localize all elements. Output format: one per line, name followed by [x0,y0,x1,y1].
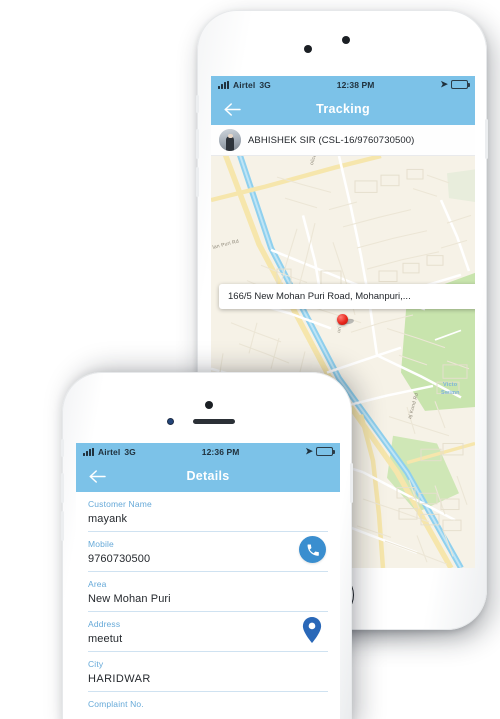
map-label: Swimn [441,390,460,396]
map-label: Victo [443,382,458,388]
field-value: HARIDWAR [88,673,151,685]
back-button[interactable] [83,460,111,492]
battery-icon [316,447,335,456]
back-button[interactable] [218,93,246,125]
field-value: New Mohan Puri [88,593,171,605]
mockup-stage: Airtel 3G 12:38 PM ➤ Tracking ABHISHEK S… [0,0,500,719]
field-label: Mobile [88,539,114,549]
signal-bars-icon [218,80,229,89]
phone-call-icon[interactable] [299,536,326,563]
field-label: Complaint No. [88,699,144,709]
page-title: Tracking [316,102,370,116]
front-camera-icon [205,401,213,409]
clock-label: 12:38 PM [336,79,375,90]
field-label: City [88,659,104,669]
front-camera-icon [342,36,350,44]
page-title: Details [186,469,230,483]
volume-up-button[interactable] [61,473,64,503]
proximity-sensor-icon [304,45,312,53]
customer-name-label: ABHISHEK SIR (CSL-16/9760730500) [248,134,415,146]
phone-device-details: Airtel 3G 12:36 PM ➤ Details Customer Na… [61,372,353,719]
arrow-left-icon [89,469,106,483]
carrier-label: Airtel [233,79,256,90]
customer-header-row[interactable]: ABHISHEK SIR (CSL-16/9760730500) [211,125,475,156]
details-screen: Airtel 3G 12:36 PM ➤ Details Customer Na… [76,443,340,719]
location-arrow-icon: ➤ [305,446,313,456]
field-value: meetut [88,633,123,645]
field-value: mayank [88,513,128,525]
field-label: Customer Name [88,499,152,509]
volume-down-button[interactable] [61,511,64,541]
nav-bar-details: Details [76,460,340,492]
signal-bars-icon [83,447,94,456]
details-form: Customer Name mayank Mobile 9760730500 A… [76,492,340,719]
carrier-label: Airtel [98,446,121,457]
user-avatar-photo [219,129,241,151]
power-button[interactable] [485,119,488,159]
location-arrow-icon: ➤ [440,79,448,89]
field-city[interactable]: City HARIDWAR [88,652,328,692]
field-value: 9760730500 [88,553,151,565]
battery-icon [451,80,470,89]
field-mobile[interactable]: Mobile 9760730500 [88,532,328,572]
earpiece-speaker [193,419,235,424]
status-bar-tracking: Airtel 3G 12:38 PM ➤ [211,76,475,93]
volume-up-button[interactable] [196,129,199,159]
field-customer-name[interactable]: Customer Name mayank [88,492,328,532]
map-marker-red-icon[interactable] [337,314,355,325]
field-label: Address [88,619,121,629]
field-address[interactable]: Address meetut [88,612,328,652]
volume-down-button[interactable] [196,167,199,197]
nav-bar-tracking: Tracking [211,93,475,125]
field-complaint-no[interactable]: Complaint No. [88,692,328,719]
power-button[interactable] [350,463,353,503]
clock-label: 12:36 PM [201,446,240,457]
address-callout[interactable]: 166/5 New Mohan Puri Road, Mohanpuri,... [219,284,475,309]
map-pin-icon[interactable] [300,616,324,644]
mute-switch[interactable] [61,439,64,457]
network-label: 3G [259,79,271,90]
proximity-sensor-icon [167,418,174,425]
mute-switch[interactable] [196,95,199,113]
arrow-left-icon [224,102,241,116]
network-label: 3G [124,446,136,457]
field-area[interactable]: Area New Mohan Puri [88,572,328,612]
status-bar-details: Airtel 3G 12:36 PM ➤ [76,443,340,460]
field-label: Area [88,579,107,589]
